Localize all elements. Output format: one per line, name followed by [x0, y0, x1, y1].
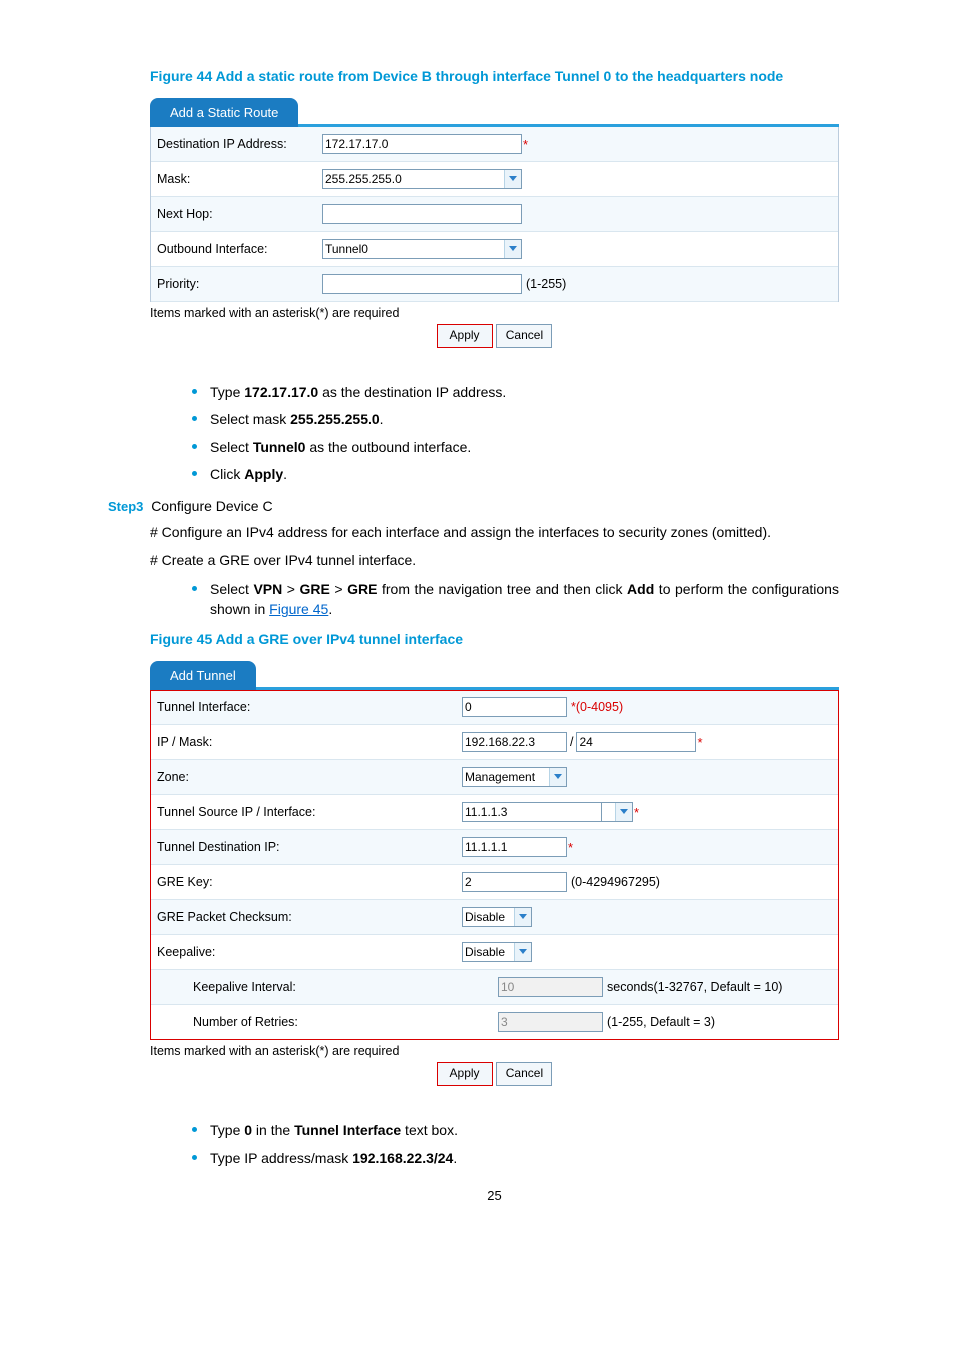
list-item: Click Apply.: [210, 464, 839, 484]
required-asterisk: *: [523, 137, 528, 152]
cancel-button[interactable]: Cancel: [496, 324, 552, 348]
figure-45-title: Figure 45 Add a GRE over IPv4 tunnel int…: [150, 631, 839, 647]
keepalive-interval-label: Keepalive Interval:: [157, 980, 498, 994]
chevron-down-icon: [514, 908, 531, 926]
gre-key-hint: (0-4294967295): [571, 875, 660, 889]
priority-hint: (1-255): [526, 277, 566, 291]
required-note: Items marked with an asterisk(*) are req…: [150, 1044, 839, 1058]
gre-key-label: GRE Key:: [157, 875, 462, 889]
outbound-if-label: Outbound Interface:: [157, 242, 322, 256]
add-tunnel-tab[interactable]: Add Tunnel: [150, 661, 256, 690]
dest-ip-input[interactable]: [322, 134, 522, 154]
required-asterisk: *: [568, 840, 573, 855]
retries-input: [498, 1012, 603, 1032]
tunnel-interface-label: Tunnel Interface:: [157, 700, 462, 714]
outbound-if-select[interactable]: Tunnel0: [322, 239, 522, 259]
gre-checksum-value: Disable: [465, 910, 505, 924]
chevron-down-icon: [504, 170, 521, 188]
list-item: Type 172.17.17.0 as the destination IP a…: [210, 382, 839, 402]
outbound-if-value: Tunnel0: [325, 242, 368, 256]
dest-ip-label: Destination IP Address:: [157, 137, 322, 151]
required-asterisk: *: [697, 735, 702, 750]
gre-checksum-select[interactable]: Disable: [462, 907, 532, 927]
zone-select[interactable]: Management: [462, 767, 567, 787]
required-note: Items marked with an asterisk(*) are req…: [150, 306, 839, 320]
gre-key-input[interactable]: [462, 872, 567, 892]
retries-hint: (1-255, Default = 3): [607, 1015, 715, 1029]
keepalive-interval-input: [498, 977, 603, 997]
step3-text1: # Configure an IPv4 address for each int…: [150, 522, 839, 542]
step3-heading: Step3 Configure Device C: [108, 498, 839, 514]
chevron-down-icon: [504, 240, 521, 258]
list-item: Type 0 in the Tunnel Interface text box.: [210, 1120, 839, 1140]
keepalive-interval-hint: seconds(1-32767, Default = 10): [607, 980, 782, 994]
static-route-tab[interactable]: Add a Static Route: [150, 98, 298, 127]
add-tunnel-panel: Add Tunnel Tunnel Interface: *(0-4095) I…: [150, 661, 839, 1086]
tunnel-dst-label: Tunnel Destination IP:: [157, 840, 462, 854]
cancel-button[interactable]: Cancel: [496, 1062, 552, 1086]
zone-label: Zone:: [157, 770, 462, 784]
tunnel-src-label: Tunnel Source IP / Interface:: [157, 805, 462, 819]
chevron-down-icon: [549, 768, 566, 786]
apply-button[interactable]: Apply: [437, 1062, 493, 1086]
ip-mask-label: IP / Mask:: [157, 735, 462, 749]
gre-checksum-label: GRE Packet Checksum:: [157, 910, 462, 924]
static-route-panel: Add a Static Route Destination IP Addres…: [150, 98, 839, 348]
tunnel-src-input[interactable]: [462, 802, 602, 822]
chevron-down-icon: [615, 803, 632, 821]
page-number: 25: [150, 1188, 839, 1203]
list-item: Type IP address/mask 192.168.22.3/24.: [210, 1148, 839, 1168]
mask-value: 255.255.255.0: [325, 172, 402, 186]
ip-input[interactable]: [462, 732, 567, 752]
keepalive-value: Disable: [465, 945, 505, 959]
mask-label: Mask:: [157, 172, 322, 186]
tunnel-src-select[interactable]: [601, 802, 633, 822]
chevron-down-icon: [514, 943, 531, 961]
nexthop-label: Next Hop:: [157, 207, 322, 221]
mask-input[interactable]: [576, 732, 696, 752]
priority-label: Priority:: [157, 277, 322, 291]
apply-button[interactable]: Apply: [437, 324, 493, 348]
list-item: Select mask 255.255.255.0.: [210, 409, 839, 429]
slash-separator: /: [570, 735, 573, 749]
step3-text2: # Create a GRE over IPv4 tunnel interfac…: [150, 550, 839, 570]
retries-label: Number of Retries:: [157, 1015, 498, 1029]
figure-45-link[interactable]: Figure 45: [269, 601, 328, 617]
figure-44-title: Figure 44 Add a static route from Device…: [150, 68, 839, 84]
keepalive-label: Keepalive:: [157, 945, 462, 959]
priority-input[interactable]: [322, 274, 522, 294]
required-asterisk: *: [634, 805, 639, 820]
tunnel-dst-input[interactable]: [462, 837, 567, 857]
keepalive-select[interactable]: Disable: [462, 942, 532, 962]
mask-select[interactable]: 255.255.255.0: [322, 169, 522, 189]
tunnel-interface-input[interactable]: [462, 697, 567, 717]
nexthop-input[interactable]: [322, 204, 522, 224]
zone-value: Management: [465, 770, 535, 784]
list-item: Select Tunnel0 as the outbound interface…: [210, 437, 839, 457]
tunnel-interface-hint: *(0-4095): [571, 700, 623, 714]
list-item: Select VPN > GRE > GRE from the navigati…: [210, 579, 839, 620]
